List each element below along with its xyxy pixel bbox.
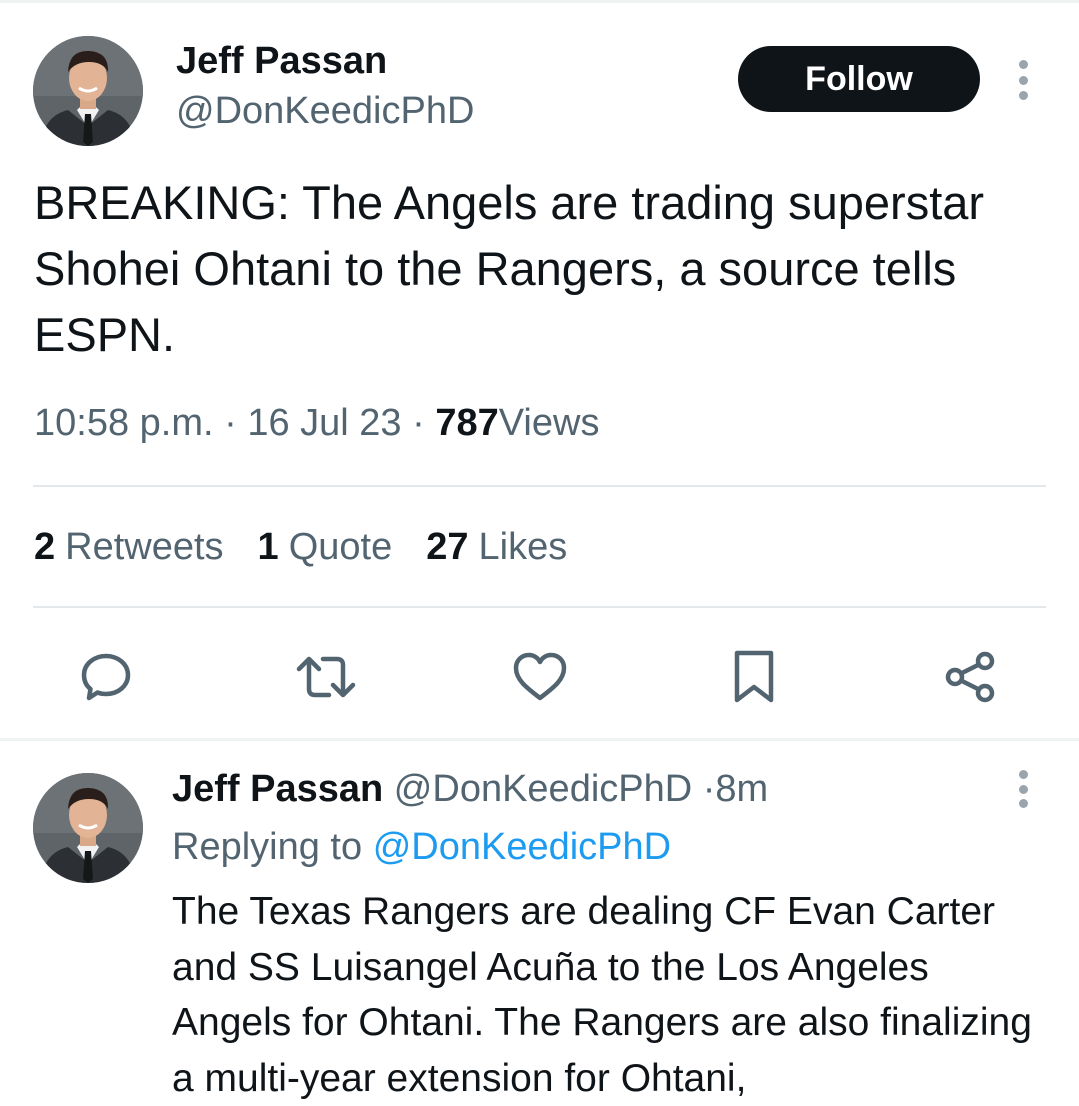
avatar-photo — [33, 773, 143, 883]
retweets-label: Retweets — [65, 526, 224, 568]
replying-to: Replying to @DonKeedicPhD — [172, 826, 671, 869]
quotes-count: 1 — [257, 526, 279, 568]
engagement-stats: 2 Retweets 1 Quote 27 Likes — [34, 526, 567, 569]
reply-more-options-icon[interactable] — [1013, 770, 1033, 808]
quotes-label: Quote — [288, 526, 393, 568]
likes-count: 27 — [426, 526, 469, 568]
replying-prefix: Replying to — [172, 826, 363, 868]
divider — [33, 485, 1046, 487]
more-dot — [1018, 75, 1028, 85]
tweet-text: BREAKING: The Angels are trading superst… — [34, 176, 985, 361]
retweet-icon — [296, 656, 356, 698]
tweet-time[interactable]: 10:58 p.m. — [34, 402, 214, 444]
like-icon — [513, 652, 567, 701]
reply-text: The Texas Rangers are dealing CF Evan Ca… — [172, 890, 1032, 1100]
more-dot — [1018, 799, 1028, 808]
more-dot — [1018, 60, 1028, 69]
tweet-meta: 10:58 p.m. · 16 Jul 23 · 787Views — [34, 402, 599, 445]
retweets-count: 2 — [34, 526, 56, 568]
reply-time[interactable]: 8m — [715, 768, 768, 810]
reply-header: Jeff Passan @DonKeedicPhD ·8m — [172, 768, 768, 811]
bookmark-button[interactable] — [722, 645, 786, 709]
views-label: Views — [498, 402, 600, 444]
author-handle[interactable]: @DonKeedicPhD — [176, 90, 474, 133]
meta-separator: · — [702, 768, 716, 810]
more-dot — [1018, 770, 1028, 779]
reply-icon — [81, 653, 131, 701]
retweet-button[interactable] — [294, 645, 358, 709]
views-count: 787 — [435, 402, 499, 444]
reply-avatar[interactable] — [33, 773, 143, 883]
share-button[interactable] — [938, 645, 1002, 709]
meta-separator: · — [224, 402, 237, 444]
more-dot — [1018, 784, 1028, 794]
follow-button[interactable]: Follow — [738, 46, 980, 112]
reply-button[interactable] — [74, 645, 138, 709]
top-divider — [0, 0, 1079, 3]
reply-author-name[interactable]: Jeff Passan — [172, 768, 383, 810]
avatar[interactable] — [33, 36, 143, 146]
more-options-icon[interactable] — [1013, 60, 1033, 100]
action-bar — [0, 645, 1079, 709]
reply-author-handle[interactable]: @DonKeedicPhD — [394, 768, 692, 810]
share-icon — [945, 651, 995, 703]
tweet-date[interactable]: 16 Jul 23 — [247, 402, 401, 444]
like-button[interactable] — [508, 645, 572, 709]
divider — [33, 606, 1046, 608]
replying-mention-link[interactable]: @DonKeedicPhD — [373, 826, 671, 868]
meta-separator: · — [412, 402, 425, 444]
likes-label: Likes — [478, 526, 568, 568]
bookmark-icon — [734, 650, 774, 703]
retweets-stat[interactable]: 2 Retweets — [34, 526, 224, 569]
likes-stat[interactable]: 27 Likes — [426, 526, 567, 569]
more-dot — [1018, 91, 1028, 100]
avatar-photo — [33, 36, 143, 146]
author-name[interactable]: Jeff Passan — [176, 40, 387, 83]
divider — [0, 738, 1079, 741]
quotes-stat[interactable]: 1 Quote — [258, 526, 393, 569]
